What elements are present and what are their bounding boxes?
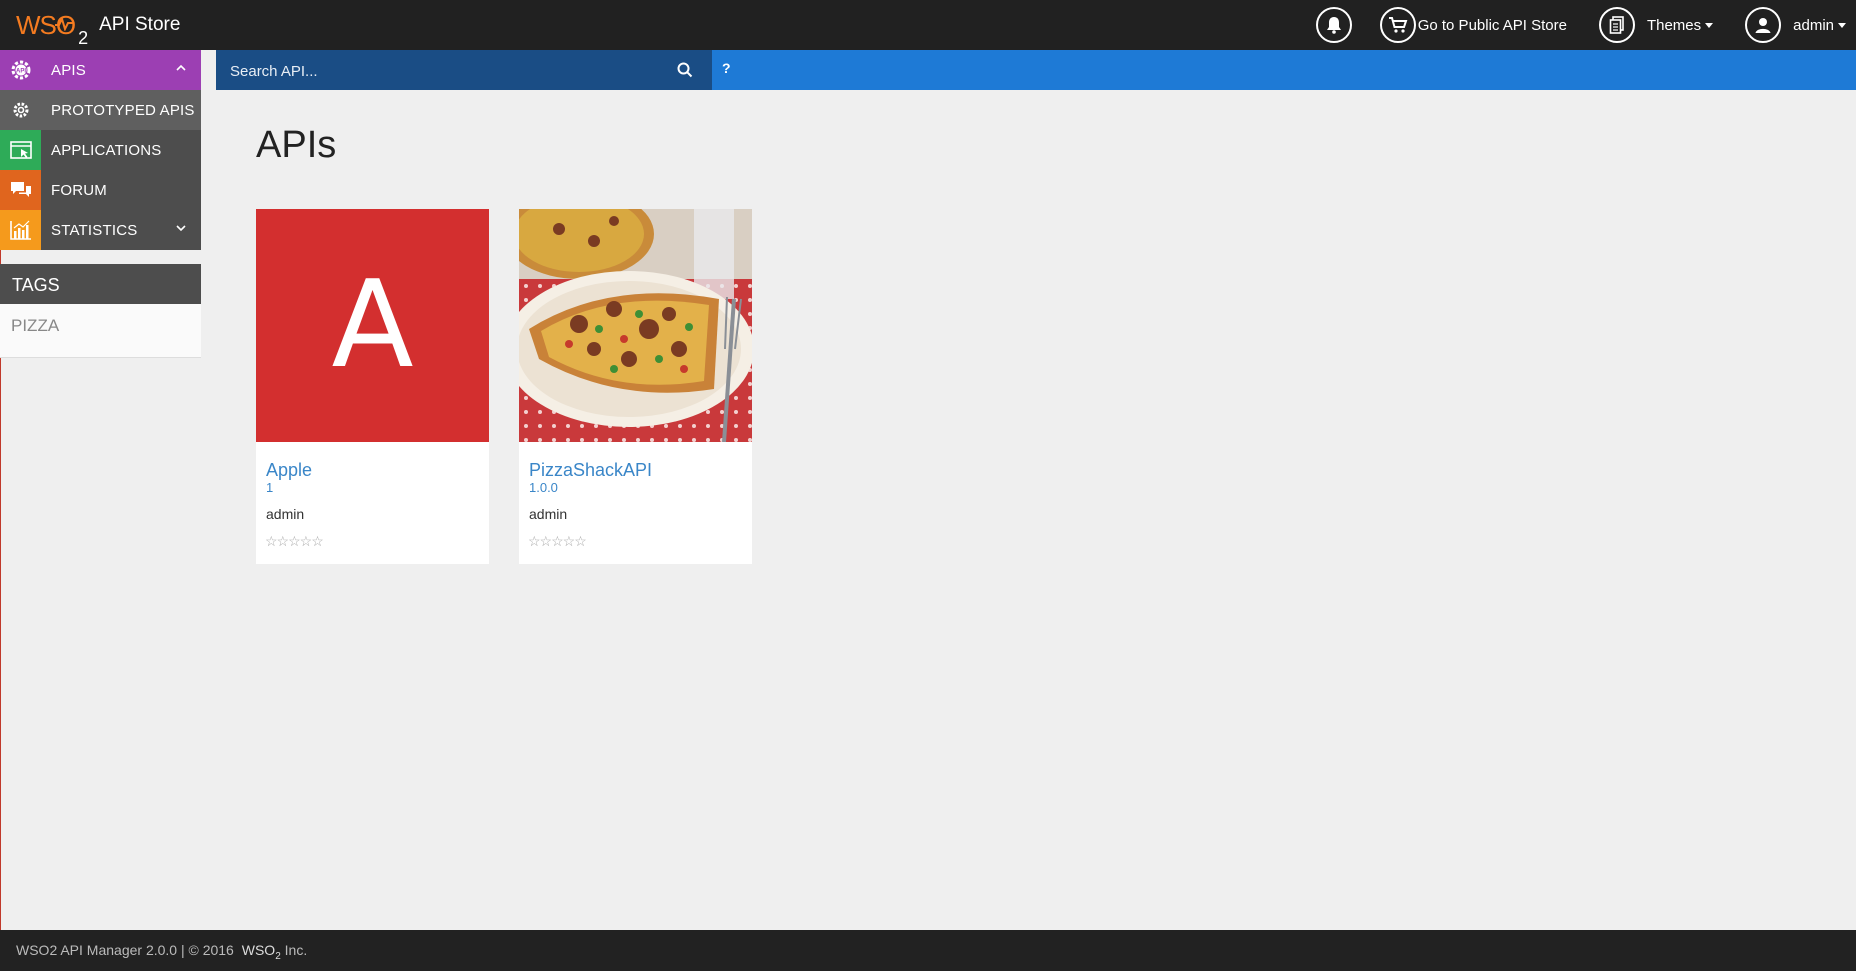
- sidebar-item-prototyped-apis[interactable]: Prototyped APIs: [0, 90, 201, 130]
- pizza-photo: [519, 209, 752, 442]
- bell-icon: [1315, 7, 1352, 43]
- footer-text: WSO2 API Manager 2.0.0 | © 2016: [16, 942, 234, 958]
- chevron-up-icon[interactable]: [175, 62, 187, 74]
- api-name-link[interactable]: PizzaShackAPI: [529, 460, 652, 481]
- bar-chart-icon: [0, 210, 41, 250]
- tags-heading: TAGS: [0, 264, 201, 304]
- footer-company: Inc.: [284, 942, 308, 958]
- sidebar-item-label: Forum: [51, 181, 107, 199]
- themes-dropdown[interactable]: Themes: [1598, 0, 1714, 50]
- chevron-down-icon[interactable]: [175, 222, 187, 234]
- header-nav: Go to Public API Store Themes admin: [1315, 0, 1856, 50]
- wso2-logo: WSO 2: [16, 10, 88, 48]
- api-owner: admin: [266, 506, 305, 522]
- api-owner: admin: [529, 506, 568, 522]
- app-name: API Store: [99, 14, 181, 35]
- brand[interactable]: WSO 2 API Store: [16, 8, 181, 48]
- star-rating: ☆☆☆☆☆: [528, 533, 587, 549]
- search-bar: ?: [216, 50, 1856, 92]
- sidebar-item-applications[interactable]: Applications: [0, 130, 201, 170]
- api-name-link[interactable]: Apple: [266, 460, 312, 481]
- logo-pulse-icon: [55, 16, 73, 31]
- sidebar-item-statistics[interactable]: Statistics: [0, 210, 201, 250]
- footer: WSO2 API Manager 2.0.0 | © 2016 WSO2 Inc…: [0, 930, 1856, 971]
- search-box: [216, 50, 712, 92]
- top-header: WSO 2 API Store Go to Public API Store T…: [0, 0, 1856, 50]
- gear-icon: [0, 90, 41, 130]
- sidebar-item-label: Applications: [51, 141, 162, 159]
- user-name: admin: [1793, 16, 1834, 34]
- application-window-icon: [0, 130, 41, 170]
- api-version: 1: [266, 480, 274, 495]
- cart-icon: [1379, 7, 1416, 43]
- chat-bubbles-icon: [0, 170, 41, 210]
- themes-icon: [1598, 7, 1635, 43]
- sidebar-item-label: Prototyped APIs: [51, 101, 195, 119]
- notifications-button[interactable]: [1315, 0, 1352, 50]
- sidebar-item-apis[interactable]: API APIs: [0, 50, 201, 90]
- api-thumbnail[interactable]: [519, 209, 752, 442]
- api-thumbnail[interactable]: A: [256, 209, 489, 442]
- public-store-label: Go to Public API Store: [1417, 16, 1567, 34]
- api-card[interactable]: PizzaShackAPI 1.0.0 admin ☆☆☆☆☆: [519, 209, 752, 564]
- caret-down-icon: [1705, 22, 1714, 28]
- search-input[interactable]: [228, 50, 662, 92]
- public-store-link[interactable]: Go to Public API Store: [1379, 0, 1567, 50]
- tag-link[interactable]: PIZZA: [11, 316, 59, 335]
- api-card[interactable]: A Apple 1 admin ☆☆☆☆☆: [256, 209, 489, 564]
- search-help-button[interactable]: ?: [722, 60, 731, 76]
- user-avatar-icon: [1745, 7, 1782, 43]
- api-version: 1.0.0: [529, 480, 558, 495]
- footer-logo: WSO2: [241, 942, 281, 962]
- themes-label: Themes: [1646, 16, 1702, 34]
- sidebar-item-label: Statistics: [51, 221, 138, 239]
- logo-subscript: 2: [78, 27, 89, 48]
- caret-down-icon: [1838, 22, 1846, 28]
- search-icon[interactable]: [676, 61, 694, 79]
- tags-list: PIZZA: [0, 304, 201, 358]
- api-gear-icon: API: [0, 50, 41, 90]
- sidebar-item-forum[interactable]: Forum: [0, 170, 201, 210]
- sidebar: API APIs Prototyped APIs Applications Fo…: [0, 50, 201, 358]
- sidebar-item-label: APIs: [51, 61, 86, 79]
- thumbnail-letter: A: [331, 255, 414, 395]
- user-menu[interactable]: admin: [1745, 0, 1846, 50]
- star-rating: ☆☆☆☆☆: [265, 533, 324, 549]
- svg-text:API: API: [15, 69, 25, 75]
- page-title: APIs: [256, 124, 337, 166]
